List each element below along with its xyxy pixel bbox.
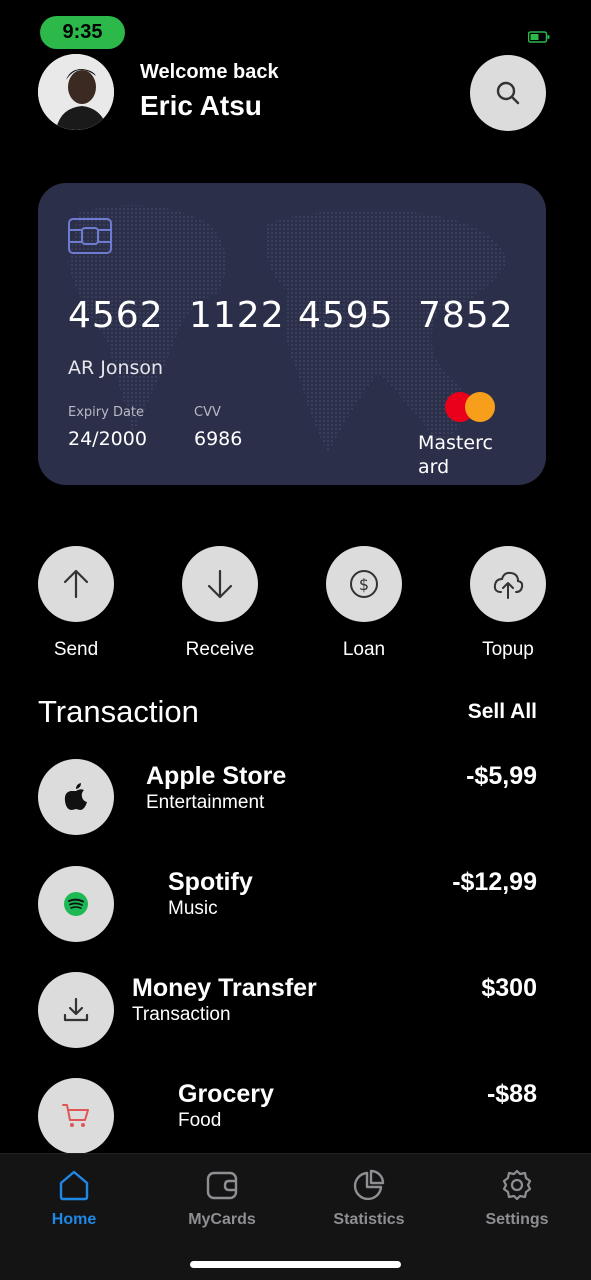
nav-settings[interactable]: Settings [457, 1168, 577, 1229]
card-holder-name: AR Jonson [68, 357, 164, 379]
send-button[interactable]: Send [38, 546, 114, 660]
expiry-value: 24/2000 [68, 428, 147, 450]
transaction-category: Music [168, 898, 218, 919]
transaction-category: Food [178, 1110, 222, 1131]
loan-button[interactable]: $ Loan [326, 546, 402, 660]
nav-home-label: Home [51, 1211, 97, 1228]
card-number-group-3: 4595 [298, 295, 394, 336]
grocery-avatar [38, 1078, 114, 1154]
cart-icon [62, 1104, 89, 1127]
receive-circle [182, 546, 258, 622]
card-number-group-4: 7852 [418, 295, 514, 336]
send-label: Send [53, 639, 99, 660]
pie-chart-icon [353, 1169, 385, 1201]
nav-mycards[interactable]: MyCards [162, 1168, 282, 1229]
home-indicator[interactable] [190, 1261, 401, 1268]
transaction-name: Spotify [168, 868, 253, 896]
welcome-text: Welcome back [140, 61, 279, 83]
nav-home[interactable]: Home [14, 1168, 134, 1229]
transaction-category: Entertainment [146, 792, 265, 813]
apple-icon [64, 783, 87, 810]
spotify-icon [64, 892, 88, 916]
receive-button[interactable]: Receive [182, 546, 258, 660]
battery-icon [528, 31, 550, 43]
transaction-amount: -$12,99 [452, 868, 537, 896]
topup-label: Topup [482, 639, 534, 660]
chip-icon [68, 218, 112, 254]
search-button[interactable] [470, 55, 546, 131]
transaction-category: Transaction [132, 1004, 231, 1025]
cvv-label: CVV [194, 405, 221, 420]
transaction-name: Grocery [178, 1080, 274, 1108]
topup-button[interactable]: Topup [470, 546, 546, 660]
transaction-name: Money Transfer [132, 974, 317, 1002]
nav-statistics-label: Statistics [333, 1211, 405, 1228]
card-brand: Mastercard [418, 432, 493, 478]
credit-card[interactable]: 4562 1122 4595 7852 AR Jonson Expiry Dat… [38, 183, 546, 485]
gear-icon [502, 1169, 532, 1201]
nav-mycards-label: MyCards [188, 1211, 256, 1228]
wallet-icon [206, 1171, 238, 1200]
card-number-group-1: 4562 [68, 295, 164, 336]
nav-statistics[interactable]: Statistics [309, 1168, 429, 1229]
see-all-link[interactable]: Sell All [468, 700, 537, 724]
loan-circle: $ [326, 546, 402, 622]
svg-text:$: $ [359, 575, 369, 594]
avatar[interactable] [38, 54, 114, 130]
transaction-amount: -$5,99 [466, 762, 537, 790]
expiry-label: Expiry Date [68, 405, 145, 420]
nav-settings-label: Settings [485, 1211, 549, 1228]
receive-label: Receive [185, 639, 255, 660]
send-circle [38, 546, 114, 622]
user-name: Eric Atsu [140, 90, 262, 121]
cloud-upload-icon [493, 571, 524, 599]
profile-photo [38, 54, 114, 130]
home-icon [59, 1170, 89, 1201]
download-icon [63, 997, 89, 1022]
topup-circle [470, 546, 546, 622]
transaction-name: Apple Store [146, 762, 287, 790]
money-transfer-avatar [38, 972, 114, 1048]
mastercard-logo-icon [445, 392, 495, 422]
arrow-down-icon [207, 569, 233, 599]
loan-label: Loan [342, 639, 386, 660]
search-icon [496, 81, 520, 105]
transaction-amount: -$88 [486, 1080, 537, 1108]
cvv-value: 6986 [194, 428, 243, 450]
status-time: 9:35 [40, 16, 125, 49]
arrow-up-icon [63, 569, 89, 599]
transaction-amount: $300 [481, 974, 537, 1002]
apple-store-avatar [38, 759, 114, 835]
card-number-group-2: 1122 [189, 295, 285, 336]
spotify-avatar [38, 866, 114, 942]
dollar-circle-icon: $ [350, 570, 378, 598]
transactions-heading: Transaction [38, 694, 199, 729]
